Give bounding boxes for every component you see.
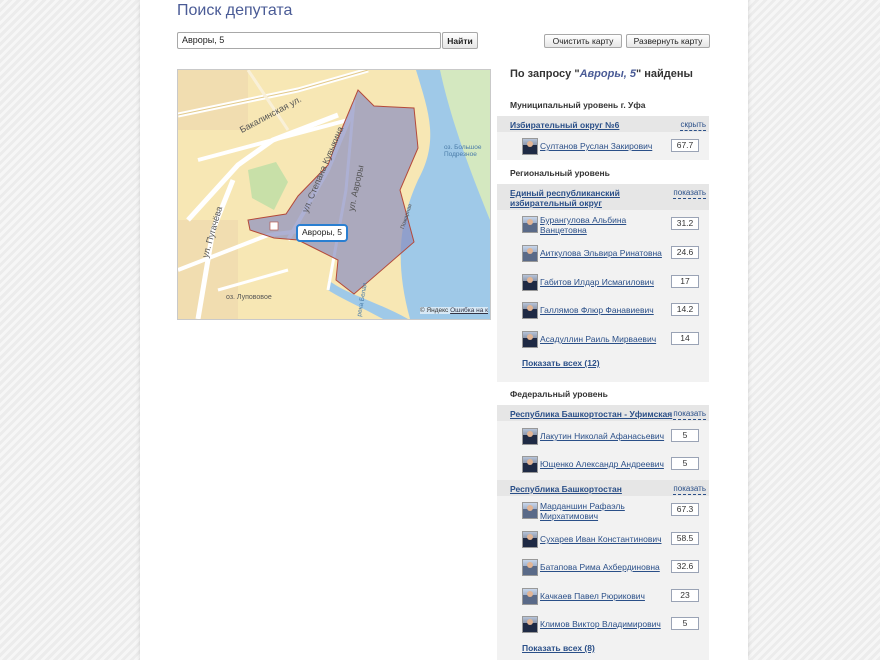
deputy-photo xyxy=(522,531,538,548)
deputy-row: Сухарев Иван Константинович 58.5 xyxy=(522,530,702,548)
show-toggle-federal-bashkortostan[interactable]: показать xyxy=(673,484,706,495)
deputy-name-link[interactable]: Батапова Рима Ахбердиновна xyxy=(540,562,668,572)
deputy-photo xyxy=(522,216,538,233)
deputy-name-link[interactable]: Аиткулова Эльвира Ринатовна xyxy=(540,248,668,258)
deputy-photo xyxy=(522,588,538,605)
deputy-score: 24.6 xyxy=(671,246,699,259)
deputy-name-link[interactable]: Султанов Руслан Закирович xyxy=(540,141,668,151)
deputy-row: Лакутин Николай Афанасьевич 5 xyxy=(522,427,702,445)
deputy-row: Марданшин Рафаэль Мирхатимович 67.3 xyxy=(522,501,702,521)
deputy-photo xyxy=(522,616,538,633)
map-error-link[interactable]: Ошибка на к xyxy=(450,307,488,314)
page-title: Поиск депутата xyxy=(177,2,293,19)
deputy-name-link[interactable]: Лакутин Николай Афанасьевич xyxy=(540,431,668,441)
deputy-score: 5 xyxy=(671,429,699,442)
hide-toggle-municipal[interactable]: скрыть xyxy=(680,120,706,131)
deputy-photo xyxy=(522,245,538,262)
deputy-photo xyxy=(522,502,538,519)
deputy-score: 58.5 xyxy=(671,532,699,545)
show-all-regional-link[interactable]: Показать всех (12) xyxy=(522,358,600,368)
deputy-photo xyxy=(522,302,538,319)
deputy-photo xyxy=(522,559,538,576)
level-regional: Региональный уровень xyxy=(510,168,610,178)
deputy-score: 67.7 xyxy=(671,139,699,152)
show-toggle-regional[interactable]: показать xyxy=(673,188,706,199)
deputy-row: Климов Виктор Владимирович 5 xyxy=(522,615,702,633)
deputy-name-link[interactable]: Габитов Илдар Исмагилович xyxy=(540,277,668,287)
deputy-photo xyxy=(522,138,538,155)
deputy-photo xyxy=(522,456,538,473)
district-link-municipal[interactable]: Избирательный округ №6 xyxy=(510,120,619,130)
deputy-row: Габитов Илдар Исмагилович 17 xyxy=(522,273,702,291)
lake-label-lupovoe: оз. Лупововое xyxy=(226,294,272,301)
map-canvas xyxy=(178,70,490,319)
deputy-row: Аиткулова Эльвира Ринатовна 24.6 xyxy=(522,244,702,262)
deputy-row: Асадуллин Раиль Мирваевич 14 xyxy=(522,330,702,348)
deputy-name-link[interactable]: Марданшин Рафаэль Мирхатимович xyxy=(540,501,668,521)
district-link-regional[interactable]: Единый республиканский избирательный окр… xyxy=(510,188,640,208)
address-balloon[interactable]: Авроры, 5 xyxy=(296,224,348,242)
deputy-score: 5 xyxy=(671,617,699,630)
deputy-score: 14 xyxy=(671,332,699,345)
district-link-federal-bashkortostan[interactable]: Республика Башкортостан xyxy=(510,484,622,494)
deputy-score: 31.2 xyxy=(671,217,699,230)
deputy-name-link[interactable]: Ющенко Александр Андреевич xyxy=(540,459,668,469)
address-search-input[interactable] xyxy=(177,32,441,49)
level-municipal: Муниципальный уровень г. Уфа xyxy=(510,100,646,110)
clear-map-button[interactable]: Очистить карту xyxy=(544,34,622,48)
expand-map-button[interactable]: Развернуть карту xyxy=(626,34,710,48)
deputy-score: 23 xyxy=(671,589,699,602)
deputy-name-link[interactable]: Качкаев Павел Рюрикович xyxy=(540,591,668,601)
deputy-row: Бурангулова Альбина Ванцетовна 31.2 xyxy=(522,215,702,235)
deputy-row: Галлямов Флюр Фанавиевич 14.2 xyxy=(522,301,702,319)
deputy-row: Качкаев Павел Рюрикович 23 xyxy=(522,587,702,605)
deputy-name-link[interactable]: Бурангулова Альбина Ванцетовна xyxy=(540,215,668,235)
deputy-photo xyxy=(522,331,538,348)
district-link-federal-ufimskaya[interactable]: Республика Башкортостан - Уфимская xyxy=(510,409,672,419)
deputy-name-link[interactable]: Климов Виктор Владимирович xyxy=(540,619,668,629)
results-title: По запросу "Авроры, 5" найдены xyxy=(510,68,693,80)
lake-label-podreznoe: оз. Большое Подрезное xyxy=(444,144,482,158)
deputy-score: 67.3 xyxy=(671,503,699,516)
map-copyright: © Яндекс Ошибка на к xyxy=(419,307,488,314)
deputy-score: 14.2 xyxy=(671,303,699,316)
show-toggle-federal-ufimskaya[interactable]: показать xyxy=(673,409,706,420)
deputy-photo xyxy=(522,428,538,445)
find-button[interactable]: Найти xyxy=(442,32,478,49)
deputy-name-link[interactable]: Асадуллин Раиль Мирваевич xyxy=(540,334,668,344)
page-container: Поиск депутата Найти Очистить карту Разв… xyxy=(140,0,748,660)
deputy-score: 32.6 xyxy=(671,560,699,573)
deputy-score: 5 xyxy=(671,457,699,470)
deputy-score: 17 xyxy=(671,275,699,288)
deputy-name-link[interactable]: Галлямов Флюр Фанавиевич xyxy=(540,305,668,315)
deputy-photo xyxy=(522,274,538,291)
deputy-row: Батапова Рима Ахбердиновна 32.6 xyxy=(522,558,702,576)
deputy-name-link[interactable]: Сухарев Иван Константинович xyxy=(540,534,668,544)
level-federal: Федеральный уровень xyxy=(510,389,608,399)
deputy-row: Султанов Руслан Закирович 67.7 xyxy=(522,137,702,155)
deputy-row: Ющенко Александр Андреевич 5 xyxy=(522,455,702,473)
map-view[interactable]: Бакалинская ул. ул. Степана Кувыкина ул.… xyxy=(177,69,491,320)
results-query: Авроры, 5 xyxy=(579,68,636,80)
show-all-federal-link[interactable]: Показать всех (8) xyxy=(522,643,595,653)
